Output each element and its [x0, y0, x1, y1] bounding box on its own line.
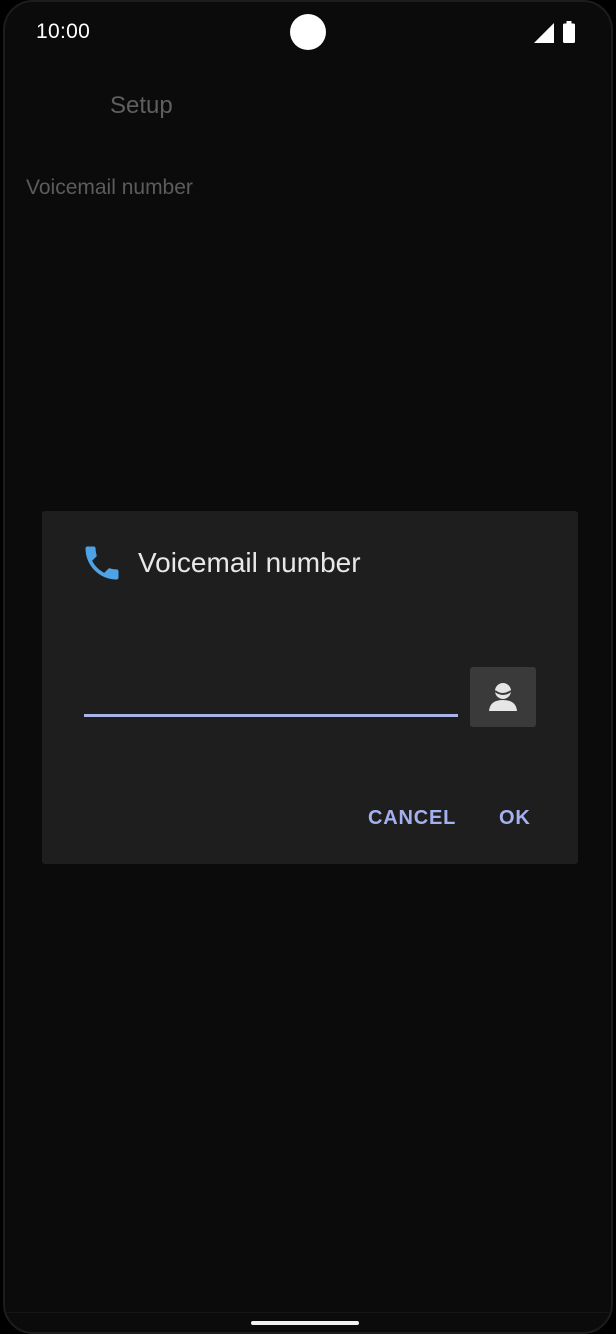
ok-button[interactable]: OK	[499, 807, 531, 830]
page-title: Setup	[110, 92, 173, 119]
cellular-signal-icon	[534, 23, 554, 43]
contact-icon	[489, 683, 517, 711]
cancel-button[interactable]: CANCEL	[368, 807, 456, 830]
phone-icon	[85, 546, 119, 580]
voicemail-number-dialog: Voicemail number CANCEL OK	[42, 511, 578, 864]
screen: 10:00 Setup Voicemail number Voicemail n…	[3, 0, 613, 1334]
device-frame: 10:00 Setup Voicemail number Voicemail n…	[0, 0, 616, 1334]
status-time: 10:00	[36, 20, 91, 43]
camera-cutout	[290, 14, 326, 50]
dialog-actions: CANCEL OK	[42, 801, 578, 841]
voicemail-number-input[interactable]	[84, 679, 458, 717]
status-bar: 10:00	[5, 2, 611, 64]
home-gesture-handle[interactable]	[251, 1321, 359, 1325]
battery-full-icon	[563, 21, 575, 43]
contact-picker-button[interactable]	[470, 667, 536, 727]
voicemail-number-preference[interactable]: Voicemail number	[26, 176, 193, 200]
dialog-title: Voicemail number	[138, 547, 361, 578]
